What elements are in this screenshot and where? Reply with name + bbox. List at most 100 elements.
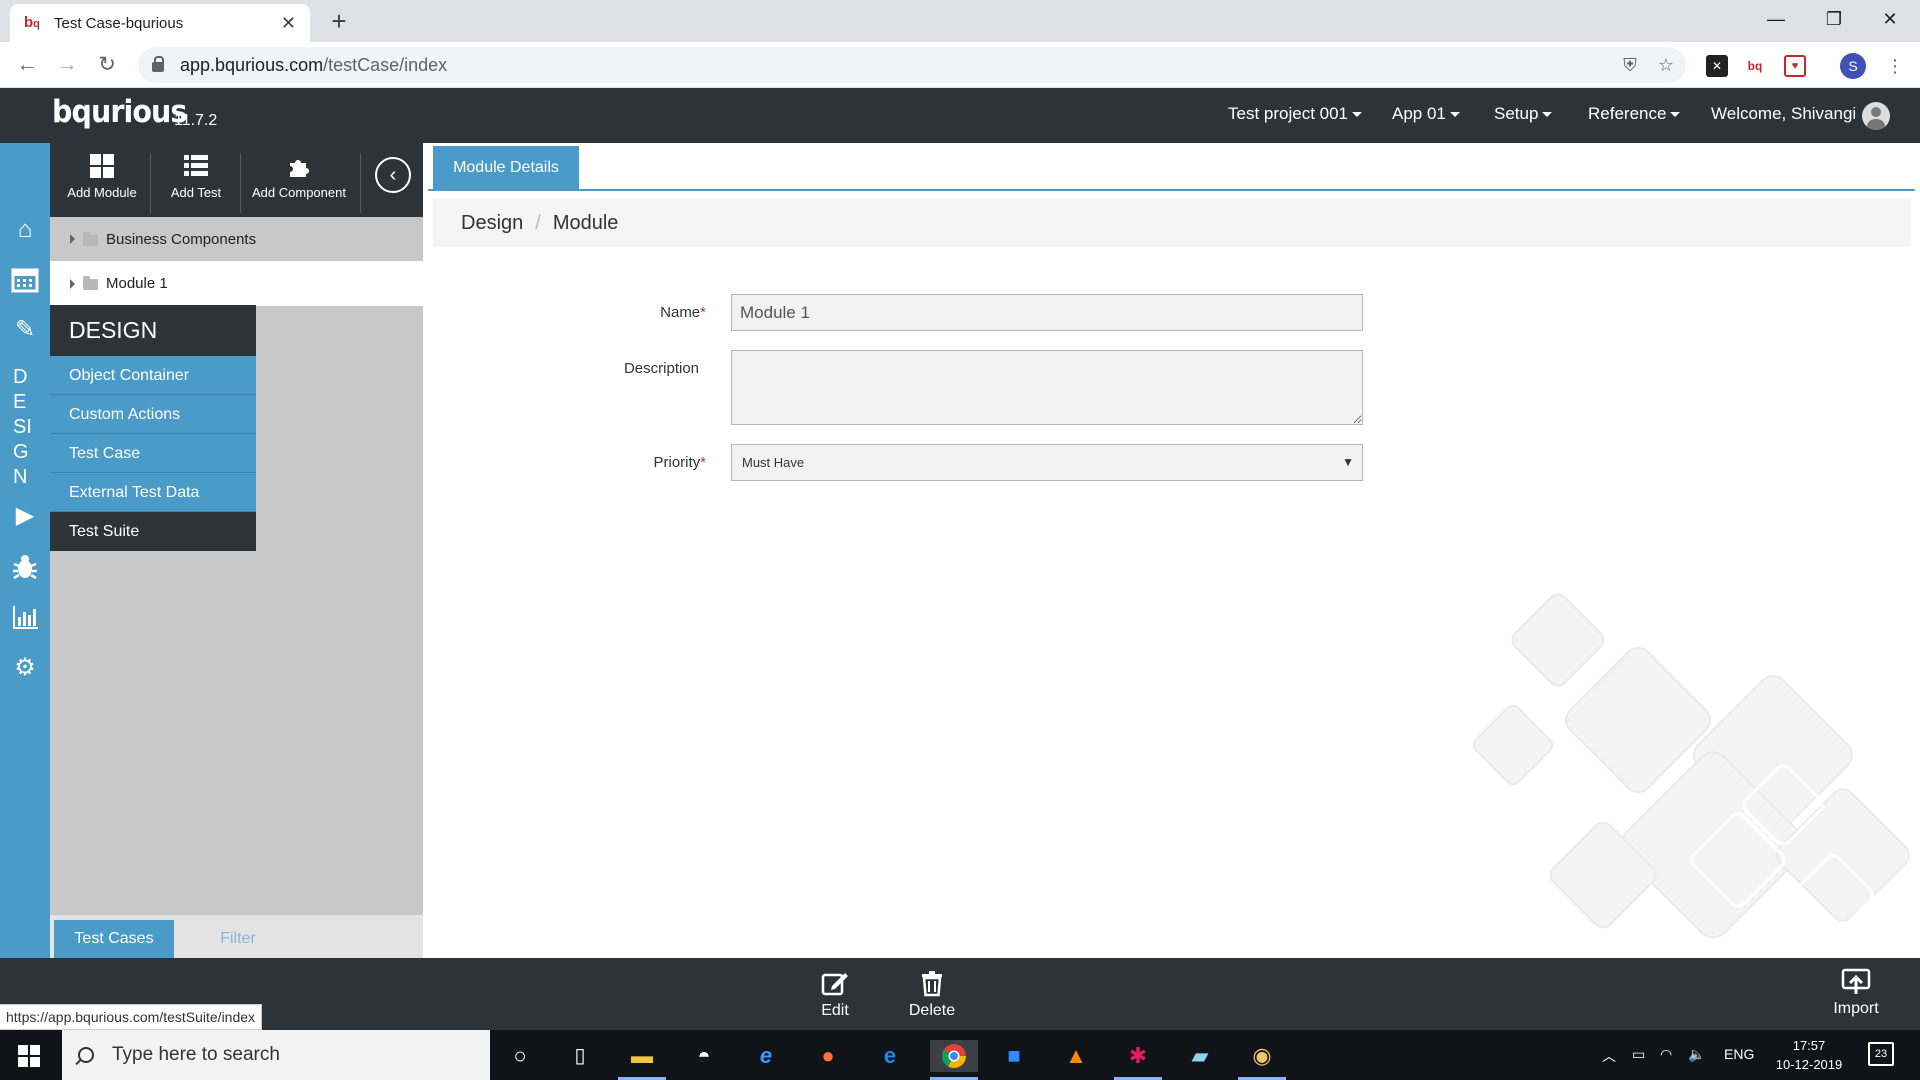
- bqurious-logo[interactable]: bqurious: [52, 94, 187, 130]
- puzzle-icon: [290, 160, 309, 177]
- decorative-watermark: [1472, 593, 1910, 939]
- tray-chevron-icon[interactable]: ︿: [1602, 1046, 1616, 1066]
- edit-button[interactable]: Edit: [810, 968, 860, 1020]
- firefox-icon[interactable]: ●: [812, 1040, 844, 1072]
- menu-setup-label: Setup: [1494, 104, 1539, 123]
- forward-icon[interactable]: →: [52, 50, 82, 80]
- shield-blocked-icon[interactable]: ⛨: [1618, 53, 1642, 77]
- pencil-icon[interactable]: ✎: [10, 315, 40, 345]
- taskbar-clock[interactable]: 17:57 10-12-2019: [1762, 1036, 1856, 1074]
- menu-project[interactable]: Test project 001: [1228, 104, 1363, 124]
- menu-item-external-test-data[interactable]: External Test Data: [50, 473, 256, 512]
- tab-title: Test Case-bqurious: [54, 14, 184, 32]
- priority-select[interactable]: Must Have ▼: [731, 444, 1363, 481]
- task-view-icon[interactable]: ▯: [564, 1040, 596, 1072]
- browser-tabstrip: bq Test Case-bqurious ✕ + — ❐ ✕: [0, 0, 1920, 42]
- user-avatar-icon[interactable]: [1862, 102, 1890, 130]
- notifications-icon[interactable]: 23: [1868, 1042, 1894, 1066]
- cortana-icon[interactable]: ○: [504, 1040, 536, 1072]
- priority-selected-value: Must Have: [742, 455, 805, 470]
- zoom-icon[interactable]: ■: [998, 1040, 1030, 1072]
- windows-start-icon[interactable]: [18, 1045, 40, 1067]
- breadcrumb-design[interactable]: Design: [461, 212, 523, 234]
- browser-tab[interactable]: bq Test Case-bqurious ✕: [10, 4, 310, 42]
- edit-label: Edit: [821, 1002, 849, 1019]
- file-explorer-icon[interactable]: ▬: [626, 1040, 658, 1072]
- calendar-icon[interactable]: [10, 265, 40, 295]
- menu-item-test-suite[interactable]: Test Suite: [50, 512, 256, 551]
- tab-close-icon[interactable]: ✕: [281, 13, 296, 34]
- gears-icon[interactable]: ⚙: [10, 653, 40, 683]
- profile-avatar[interactable]: S: [1840, 53, 1866, 79]
- tab-module-details[interactable]: Module Details: [433, 146, 579, 190]
- menu-project-label: Test project 001: [1228, 104, 1349, 123]
- add-module-button[interactable]: Add Module: [58, 153, 146, 200]
- add-component-button[interactable]: Add Component: [244, 153, 354, 200]
- menu-item-object-container[interactable]: Object Container: [50, 356, 256, 395]
- battery-icon[interactable]: ▭: [1632, 1046, 1645, 1063]
- language-indicator[interactable]: ENG: [1724, 1046, 1754, 1062]
- vlc-icon[interactable]: ▲: [1060, 1040, 1092, 1072]
- welcome-user[interactable]: Welcome, Shivangi: [1711, 104, 1856, 124]
- new-tab-icon[interactable]: +: [324, 6, 354, 36]
- name-label: Name*: [526, 304, 706, 321]
- link-hover-status: https://app.bqurious.com/testSuite/index: [0, 1004, 263, 1030]
- trash-icon: [922, 971, 942, 997]
- address-bar[interactable]: app.bqurious.com/testCase/index ⛨ ☆: [138, 47, 1686, 83]
- paint-icon[interactable]: ◉: [1246, 1040, 1278, 1072]
- tab-filter[interactable]: Filter: [198, 920, 278, 958]
- clock-time: 17:57: [1792, 1038, 1826, 1053]
- play-icon[interactable]: ▶: [10, 501, 40, 531]
- extension-x-icon[interactable]: ✕: [1706, 55, 1728, 77]
- delete-button[interactable]: Delete: [902, 968, 962, 1020]
- slack-icon[interactable]: ✱: [1122, 1040, 1154, 1072]
- collapse-sidebar-icon[interactable]: ‹: [375, 157, 411, 193]
- description-textarea[interactable]: [731, 350, 1363, 425]
- browser-menu-icon[interactable]: ⋮: [1884, 55, 1906, 77]
- tab-test-cases[interactable]: Test Cases: [54, 920, 174, 958]
- left-icon-rail: ⌂ ✎ D E SI G N ▶ ⚙: [0, 143, 50, 958]
- bqurious-favicon-icon: bq: [24, 14, 40, 31]
- import-button[interactable]: Import: [1826, 966, 1886, 1018]
- tree-item-module-1[interactable]: Module 1: [50, 261, 423, 306]
- menu-app[interactable]: App 01: [1392, 104, 1460, 124]
- menu-setup[interactable]: Setup: [1494, 104, 1553, 124]
- chrome-icon[interactable]: [930, 1040, 978, 1072]
- tree-item-business-components[interactable]: Business Components: [50, 217, 423, 261]
- internet-explorer-icon[interactable]: e: [750, 1040, 782, 1072]
- import-label: Import: [1833, 1000, 1879, 1017]
- wifi-icon[interactable]: ◠: [1660, 1046, 1672, 1063]
- add-module-label: Add Module: [67, 185, 137, 200]
- volume-icon[interactable]: 🔈: [1688, 1046, 1705, 1063]
- delete-label: Delete: [908, 1002, 956, 1019]
- home-icon[interactable]: ⌂: [10, 215, 40, 245]
- extension-pocket-icon[interactable]: ♥: [1784, 55, 1806, 77]
- extension-bq-icon[interactable]: bq: [1744, 55, 1766, 77]
- browser-toolbar: ← → ↻ app.bqurious.com/testCase/index ⛨ …: [0, 42, 1920, 88]
- bookmark-star-icon[interactable]: ☆: [1654, 53, 1678, 77]
- menu-item-custom-actions[interactable]: Custom Actions: [50, 395, 256, 434]
- close-window-icon[interactable]: ✕: [1862, 0, 1918, 38]
- menu-reference[interactable]: Reference: [1588, 104, 1681, 124]
- rail-letter: G: [13, 441, 29, 463]
- rail-letter: SI: [13, 416, 32, 438]
- restore-icon[interactable]: ❐: [1806, 0, 1862, 38]
- notepad-icon[interactable]: ▰: [1184, 1040, 1216, 1072]
- sidebar-toolbar: Add Module Add Test Add Component ‹: [50, 143, 423, 217]
- bug-icon[interactable]: [10, 553, 40, 583]
- bar-chart-icon[interactable]: [10, 603, 40, 633]
- reload-icon[interactable]: ↻: [92, 50, 122, 80]
- taskbar-search[interactable]: Type here to search: [62, 1030, 490, 1080]
- name-input[interactable]: Module 1: [731, 294, 1363, 331]
- photos-icon[interactable]: ◓: [688, 1040, 720, 1072]
- menu-reference-label: Reference: [1588, 104, 1667, 123]
- expand-arrow-icon[interactable]: [70, 278, 75, 289]
- back-icon[interactable]: ←: [12, 50, 42, 80]
- rail-letter: N: [13, 466, 28, 488]
- edge-icon[interactable]: e: [874, 1040, 906, 1072]
- add-test-button[interactable]: Add Test: [156, 153, 236, 200]
- minimize-icon[interactable]: —: [1748, 0, 1804, 38]
- name-label-text: Name: [660, 304, 701, 321]
- menu-item-test-case[interactable]: Test Case: [50, 434, 256, 473]
- expand-arrow-icon[interactable]: [70, 234, 75, 244]
